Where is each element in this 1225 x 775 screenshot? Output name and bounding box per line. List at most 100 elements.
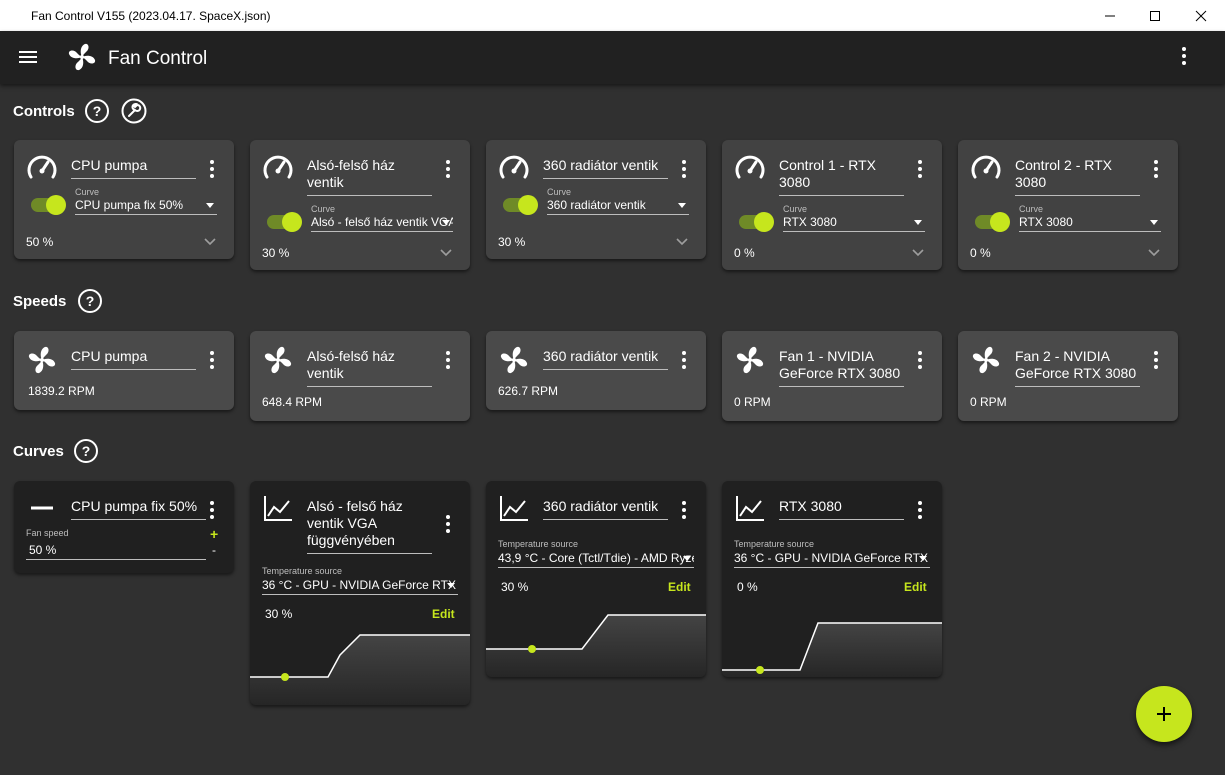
control-value: 50 % [26,235,54,249]
fan-icon [498,344,530,376]
speed-more-button[interactable] [446,351,450,372]
curve-name[interactable]: 360 radiátor ventik [543,498,668,520]
control-name[interactable]: Alsó-felső ház ventik [307,157,432,196]
control-enable-toggle[interactable] [31,195,66,215]
curves-section-title: Curves [13,443,64,460]
add-button[interactable] [1136,686,1192,742]
speed-more-button[interactable] [210,351,214,372]
control-enable-toggle[interactable] [267,212,302,232]
speed-name[interactable]: Fan 1 - NVIDIA GeForce RTX 3080 [779,348,904,387]
chevron-down-icon [206,203,214,208]
controls-settings-button[interactable] [121,98,147,124]
app-bar: Fan Control [0,31,1225,84]
close-button[interactable] [1178,0,1224,31]
curve-select-value: 360 radiátor ventik [547,198,646,212]
increment-button[interactable]: + [210,526,218,542]
flat-curve-icon [26,493,58,523]
speed-name[interactable]: Alsó-felső ház ventik [307,348,432,387]
edit-curve-button[interactable]: Edit [904,580,927,594]
speed-value: 1839.2 RPM [28,384,95,398]
curve-card: RTX 3080 Temperature source 36 °C - GPU … [722,481,942,677]
speed-value: 0 RPM [734,395,771,409]
speed-card: Alsó-felső ház ventik 648.4 RPM [250,331,470,421]
curve-select[interactable]: Alsó - felső ház ventik VGA függvényében [311,212,453,232]
app-logo-fan-icon [67,42,97,72]
fan-icon [26,344,58,376]
edit-curve-button[interactable]: Edit [668,580,691,594]
control-more-button[interactable] [1154,160,1158,181]
fan-icon [262,344,294,376]
decrement-button[interactable]: - [212,543,216,557]
control-more-button[interactable] [446,160,450,181]
curve-select[interactable]: 360 radiátor ventik [547,195,689,215]
temperature-source-select[interactable]: 43,9 °C - Core (Tctl/Tdie) - AMD Ryzen [498,548,694,568]
speeds-section-title: Speeds [13,293,67,310]
edit-curve-button[interactable]: Edit [432,607,455,621]
control-enable-toggle[interactable] [503,195,538,215]
curve-name[interactable]: Alsó - felső ház ventik VGA függvényében [307,498,432,554]
expand-chevron-icon[interactable] [1147,248,1161,258]
control-value: 0 % [970,246,991,260]
control-name[interactable]: Control 2 - RTX 3080 [1015,157,1140,196]
temperature-source-value: 43,9 °C - Core (Tctl/Tdie) - AMD Ryzen [498,551,694,565]
curve-more-button[interactable] [446,515,450,536]
plus-icon [1157,707,1171,721]
gauge-icon [498,153,530,183]
chevron-down-icon [914,220,922,225]
expand-chevron-icon[interactable] [675,237,689,247]
temperature-source-select[interactable]: 36 °C - GPU - NVIDIA GeForce RTX 3080 [262,575,458,595]
fan-speed-input[interactable]: 50 % [26,540,206,560]
expand-chevron-icon[interactable] [203,237,217,247]
control-more-button[interactable] [210,160,214,181]
speed-name[interactable]: Fan 2 - NVIDIA GeForce RTX 3080 [1015,348,1140,387]
speeds-help-button[interactable]: ? [78,289,102,313]
control-more-button[interactable] [918,160,922,181]
curve-select[interactable]: RTX 3080 [783,212,925,232]
expand-chevron-icon[interactable] [439,248,453,258]
curve-select-value: RTX 3080 [783,215,837,229]
app-more-button[interactable] [1182,47,1186,68]
curve-value: 30 % [501,580,529,594]
minimize-button[interactable] [1087,0,1133,31]
control-enable-toggle[interactable] [739,212,774,232]
speed-name[interactable]: 360 radiátor ventik [543,348,668,370]
speed-value: 0 RPM [970,395,1007,409]
maximize-button[interactable] [1132,0,1178,31]
curve-select-value: RTX 3080 [1019,215,1073,229]
speed-value: 648.4 RPM [262,395,323,409]
control-name[interactable]: 360 radiátor ventik [543,157,668,179]
curve-name[interactable]: CPU pumpa fix 50% [71,498,206,520]
curve-select-value: CPU pumpa fix 50% [75,198,184,212]
speed-name[interactable]: CPU pumpa [71,348,196,370]
control-name[interactable]: Control 1 - RTX 3080 [779,157,904,196]
curve-more-button[interactable] [210,501,214,522]
chevron-down-icon [678,203,686,208]
controls-help-button[interactable]: ? [85,99,109,123]
temperature-source-value: 36 °C - GPU - NVIDIA GeForce RTX 3080 [734,551,930,565]
hamburger-menu-button[interactable] [17,48,39,66]
speed-more-button[interactable] [682,351,686,372]
expand-chevron-icon[interactable] [911,248,925,258]
curve-graph[interactable] [250,631,470,705]
control-name[interactable]: CPU pumpa [71,157,196,179]
curves-help-button[interactable]: ? [74,439,98,463]
chevron-down-icon [1150,220,1158,225]
maximize-icon [1150,10,1160,21]
curve-select[interactable]: RTX 3080 [1019,212,1161,232]
temperature-source-select[interactable]: 36 °C - GPU - NVIDIA GeForce RTX 3080 [734,548,930,568]
gauge-icon [734,153,766,183]
control-enable-toggle[interactable] [975,212,1010,232]
curve-graph[interactable] [722,619,942,677]
speed-more-button[interactable] [918,351,922,372]
curve-name[interactable]: RTX 3080 [779,498,904,520]
chevron-down-icon [683,556,691,561]
curve-graph[interactable] [486,611,706,677]
current-point-marker [756,666,764,674]
control-card: Control 1 - RTX 3080 Curve RTX 3080 0 % [722,140,942,270]
control-more-button[interactable] [682,160,686,181]
graph-curve-icon [262,494,294,524]
speed-more-button[interactable] [1154,351,1158,372]
curve-more-button[interactable] [682,501,686,522]
curve-select[interactable]: CPU pumpa fix 50% [75,195,217,215]
curve-more-button[interactable] [918,501,922,522]
